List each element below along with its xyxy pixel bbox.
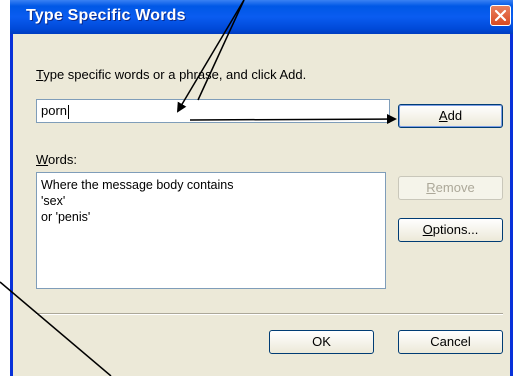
annotation-line-bottom-left [0, 281, 112, 376]
annotation-line-top [197, 0, 245, 101]
annotation-arrow-to-add [189, 114, 397, 125]
annotation-overlay [0, 0, 397, 376]
annotation-arrow-to-input [176, 0, 245, 113]
